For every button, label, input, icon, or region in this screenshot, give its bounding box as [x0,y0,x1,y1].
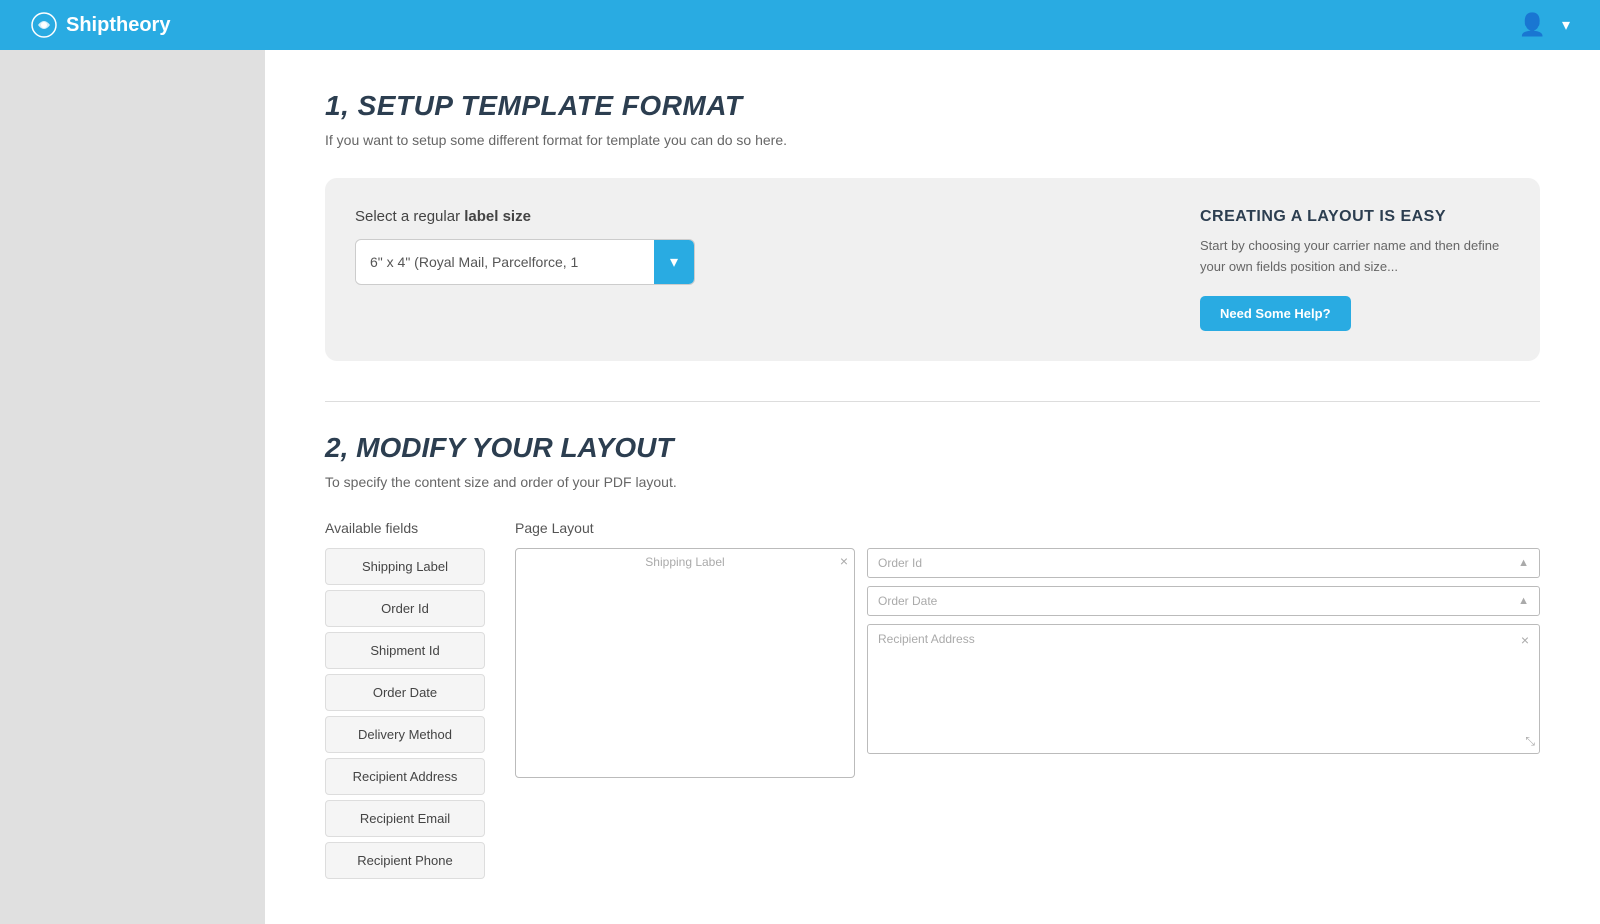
section1-description: If you want to setup some different form… [325,132,1540,148]
shipping-label-close-icon[interactable]: × [840,553,848,569]
format-left: Select a regular label size 6" x 4" (Roy… [355,208,1140,285]
select-dropdown-button[interactable]: ▾ [654,240,694,284]
order-id-arrow-icon: ▲ [1518,557,1529,569]
content: 1, SETUP TEMPLATE FORMAT If you want to … [265,50,1600,924]
field-recipient-email[interactable]: Recipient Email [325,800,485,837]
shipping-label-title: Shipping Label [645,555,724,569]
help-title: CREATING A LAYOUT IS EASY [1200,208,1510,226]
recipient-address-close-icon[interactable]: × [1521,632,1529,648]
sidebar [0,50,265,924]
shipping-label-area[interactable]: Shipping Label × [515,548,855,778]
user-icon[interactable]: 👤 [1519,12,1546,38]
field-shipment-id[interactable]: Shipment Id [325,632,485,669]
select-label-prefix: Select a regular [355,208,464,225]
header: Shiptheory 👤 ▾ [0,0,1600,50]
order-id-label: Order Id [878,556,922,570]
section-divider [325,401,1540,402]
page-layout-inner: Shipping Label × Order Id ▲ Order Date ▲ [515,548,1540,778]
field-order-id[interactable]: Order Id [325,590,485,627]
field-recipient-phone[interactable]: Recipient Phone [325,842,485,879]
field-recipient-address[interactable]: Recipient Address [325,758,485,795]
available-fields-label: Available fields [325,520,485,536]
order-date-arrow-icon: ▲ [1518,595,1529,607]
order-date-label: Order Date [878,594,937,608]
page-layout-label: Page Layout [515,520,1540,536]
select-label-strong: label size [464,208,531,225]
format-card: Select a regular label size 6" x 4" (Roy… [325,178,1540,361]
field-delivery-method[interactable]: Delivery Method [325,716,485,753]
order-id-field[interactable]: Order Id ▲ [867,548,1540,578]
page-layout-column: Page Layout Shipping Label × Order Id ▲ [515,520,1540,884]
chevron-down-icon[interactable]: ▾ [1562,15,1570,35]
recipient-address-label: Recipient Address [878,632,975,646]
section1-title: 1, SETUP TEMPLATE FORMAT [325,90,1540,122]
need-help-button[interactable]: Need Some Help? [1200,296,1351,331]
layout-area: Available fields Shipping Label Order Id… [325,520,1540,884]
format-right: CREATING A LAYOUT IS EASY Start by choos… [1200,208,1510,331]
logo-text: Shiptheory [66,14,170,37]
logo: Shiptheory [30,11,170,39]
logo-icon [30,11,58,39]
field-shipping-label[interactable]: Shipping Label [325,548,485,585]
right-fields: Order Id ▲ Order Date ▲ Recipient Addres… [867,548,1540,778]
recipient-address-resize-icon[interactable]: ⤡ [1525,734,1535,749]
recipient-address-field[interactable]: Recipient Address × ⤡ [867,624,1540,754]
select-label: Select a regular label size [355,208,1140,225]
help-text: Start by choosing your carrier name and … [1200,236,1510,278]
available-fields-column: Available fields Shipping Label Order Id… [325,520,485,884]
field-order-date[interactable]: Order Date [325,674,485,711]
section2-title: 2, MODIFY YOUR LAYOUT [325,432,1540,464]
main-wrapper: 1, SETUP TEMPLATE FORMAT If you want to … [0,50,1600,924]
section2-description: To specify the content size and order of… [325,474,1540,490]
header-right: 👤 ▾ [1519,12,1570,38]
order-date-field[interactable]: Order Date ▲ [867,586,1540,616]
select-current-value: 6" x 4" (Royal Mail, Parcelforce, 1 [356,242,654,282]
label-size-select[interactable]: 6" x 4" (Royal Mail, Parcelforce, 1 ▾ [355,239,695,285]
